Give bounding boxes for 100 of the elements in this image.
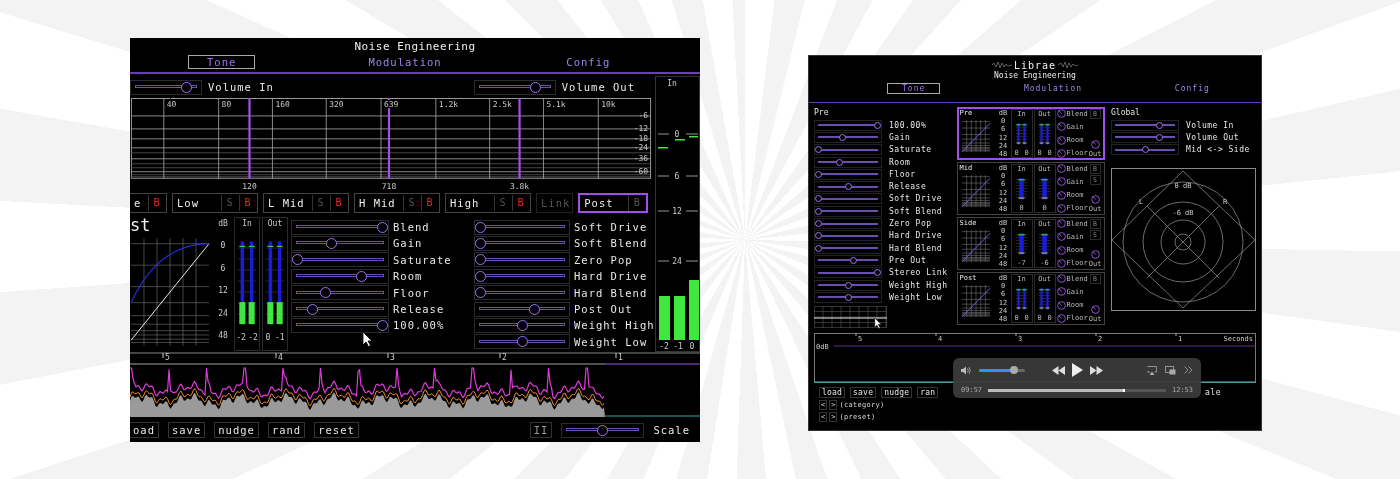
knob[interactable]	[1056, 314, 1066, 323]
slider[interactable]	[814, 218, 882, 229]
slider[interactable]	[1111, 131, 1179, 143]
tab[interactable]: Config	[1159, 83, 1225, 94]
preset-button[interactable]: reset	[314, 422, 359, 439]
slider-thumb[interactable]	[815, 232, 822, 240]
slider-thumb[interactable]	[355, 270, 367, 282]
band-selector[interactable]: High S B	[445, 192, 531, 213]
slider-thumb[interactable]	[475, 221, 486, 233]
band-selector[interactable]: e B	[130, 192, 167, 213]
slider[interactable]	[814, 267, 882, 279]
knob[interactable]	[1090, 195, 1100, 204]
slider[interactable]	[814, 193, 882, 205]
slider-thumb[interactable]	[528, 303, 540, 315]
slider[interactable]	[814, 131, 882, 143]
slider[interactable]	[291, 317, 389, 333]
knob[interactable]	[1056, 287, 1066, 297]
slider-thumb[interactable]	[815, 170, 822, 178]
slider-thumb[interactable]	[292, 254, 303, 266]
slider-thumb[interactable]	[1141, 146, 1149, 154]
slider-thumb[interactable]	[320, 287, 332, 299]
preset-button[interactable]: save	[167, 422, 206, 439]
preset-button[interactable]: ran	[917, 386, 939, 398]
slider[interactable]	[814, 242, 882, 254]
picture-in-picture-icon[interactable]	[1165, 365, 1176, 375]
slider[interactable]	[474, 317, 570, 333]
volume-icon[interactable]	[961, 365, 971, 375]
slider-thumb[interactable]	[475, 238, 486, 249]
tab[interactable]: Modulation	[349, 55, 461, 69]
slider-thumb[interactable]	[874, 121, 881, 129]
slider[interactable]	[474, 285, 570, 301]
preset-button[interactable]: rand	[267, 422, 306, 439]
play-icon[interactable]	[1071, 363, 1083, 377]
slider[interactable]	[473, 79, 556, 95]
slider[interactable]	[474, 236, 570, 251]
slider[interactable]	[814, 168, 882, 180]
slider-thumb[interactable]	[844, 183, 852, 191]
slider[interactable]	[291, 285, 389, 301]
rewind-icon[interactable]	[1051, 365, 1065, 375]
knob[interactable]	[1056, 259, 1066, 268]
slider-thumb[interactable]	[597, 424, 609, 436]
slider[interactable]	[1111, 144, 1179, 156]
tab[interactable]: Tone	[887, 83, 941, 94]
chevrons-icon[interactable]	[1184, 366, 1193, 374]
slider[interactable]	[474, 219, 570, 235]
progress-bar[interactable]	[988, 388, 1166, 392]
band-selector[interactable]: H Mid S B	[354, 192, 440, 213]
knob[interactable]	[1090, 140, 1100, 149]
slider-thumb[interactable]	[815, 146, 822, 154]
slider-thumb[interactable]	[835, 158, 843, 166]
knob[interactable]	[1056, 190, 1066, 200]
slider[interactable]	[561, 422, 645, 438]
slider[interactable]	[474, 301, 570, 317]
slider[interactable]	[814, 205, 882, 217]
knob[interactable]	[1056, 274, 1066, 283]
slider[interactable]	[291, 236, 389, 251]
preset-button[interactable]: nudge	[881, 386, 913, 398]
fast-forward-icon[interactable]	[1089, 365, 1103, 375]
tab[interactable]: Modulation	[1008, 83, 1098, 94]
slider[interactable]	[814, 291, 882, 303]
knob[interactable]	[1090, 305, 1100, 314]
slider[interactable]	[474, 334, 570, 350]
knob[interactable]	[1056, 135, 1066, 145]
slider-thumb[interactable]	[516, 336, 528, 348]
band-selector[interactable]: L Mid S B	[263, 192, 349, 213]
slider-thumb[interactable]	[377, 221, 388, 233]
slider-thumb[interactable]	[377, 319, 388, 331]
slider-thumb[interactable]	[874, 269, 881, 277]
slider[interactable]	[1111, 119, 1179, 131]
slider-thumb[interactable]	[529, 81, 541, 93]
slider-thumb[interactable]	[838, 133, 846, 141]
slider-thumb[interactable]	[844, 293, 852, 301]
slider[interactable]	[814, 156, 882, 168]
slider-thumb[interactable]	[850, 256, 858, 264]
knob[interactable]	[1056, 300, 1066, 310]
slider[interactable]	[291, 268, 389, 284]
knob[interactable]	[1056, 177, 1066, 187]
slider[interactable]	[814, 279, 882, 291]
preset-button[interactable]: save	[850, 386, 877, 398]
knob[interactable]	[1056, 164, 1066, 173]
knob[interactable]	[1056, 245, 1066, 255]
slider-thumb[interactable]	[815, 244, 822, 252]
slider[interactable]	[814, 230, 882, 242]
slider[interactable]	[814, 254, 882, 266]
band-selector[interactable]: Low S B	[172, 192, 258, 213]
slider-thumb[interactable]	[844, 281, 852, 289]
tab[interactable]: Config	[547, 55, 630, 69]
knob[interactable]	[1056, 219, 1066, 228]
slider[interactable]	[291, 301, 389, 317]
slider[interactable]	[814, 119, 882, 131]
slider-thumb[interactable]	[475, 270, 486, 282]
knob[interactable]	[1056, 122, 1066, 132]
slider-thumb[interactable]	[307, 303, 319, 315]
slider-thumb[interactable]	[815, 207, 822, 215]
slider[interactable]	[814, 144, 882, 156]
knob[interactable]	[1056, 149, 1066, 158]
pause-button[interactable]: II	[529, 422, 553, 439]
slider-thumb[interactable]	[475, 287, 486, 299]
slider-thumb[interactable]	[1156, 133, 1164, 141]
knob[interactable]	[1056, 109, 1066, 118]
